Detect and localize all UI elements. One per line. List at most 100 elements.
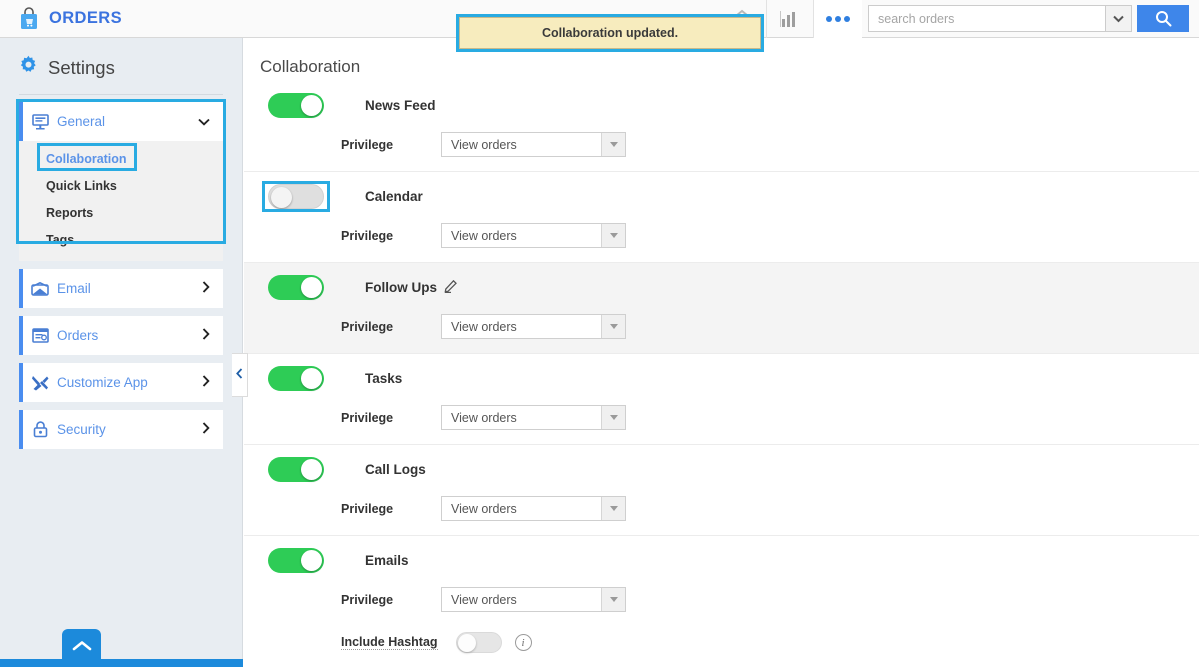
feature-header: Follow Ups (244, 275, 1199, 300)
feature-name: News Feed (365, 98, 436, 113)
privilege-label: Privilege (341, 501, 394, 516)
gear-icon (18, 55, 39, 81)
sidebar-subnav-general: Collaboration Quick Links Reports Tags (19, 141, 223, 261)
sidebar-item-email[interactable]: Email (19, 269, 223, 308)
chevron-down-icon[interactable] (601, 133, 625, 156)
feature-toggle[interactable] (268, 366, 324, 391)
privilege-row: Privilege View orders (244, 587, 1199, 612)
envelope-icon (23, 281, 57, 296)
more-dots-icon[interactable] (814, 0, 862, 38)
privilege-label: Privilege (341, 319, 394, 334)
privilege-value: View orders (451, 501, 517, 516)
divider (19, 94, 223, 95)
brand[interactable]: ORDERS (0, 6, 122, 31)
toggle-knob (271, 187, 292, 208)
feature-header: News Feed (244, 93, 1199, 118)
sidebar-item-customize-app[interactable]: Customize App (19, 363, 223, 402)
sidebar-item-collaboration[interactable]: Collaboration (19, 145, 223, 172)
privilege-value: View orders (451, 228, 517, 243)
chevron-right-icon (202, 422, 223, 437)
notification-toast: Collaboration updated. (459, 17, 761, 49)
sidebar-subitem-label: Tags (46, 232, 75, 247)
privilege-value: View orders (451, 319, 517, 334)
toggle-knob (301, 368, 322, 389)
feature-header: Emails (244, 548, 1199, 573)
feature-toggle[interactable] (268, 548, 324, 573)
privilege-row: Privilege View orders (244, 223, 1199, 248)
sidebar-nav: General Collaboration Quick Links Report… (0, 94, 242, 449)
sidebar-group-security: Security (19, 410, 223, 449)
feature-row: Follow Ups Privilege View orders (244, 262, 1199, 353)
search-icon (1155, 11, 1171, 27)
settings-header: Settings (0, 38, 242, 94)
sidebar-item-tags[interactable]: Tags (19, 226, 223, 253)
privilege-select[interactable]: View orders (441, 223, 626, 248)
privilege-select[interactable]: View orders (441, 314, 626, 339)
page-title: Settings (48, 57, 115, 78)
sidebar-item-label: Security (57, 422, 106, 437)
brand-name: ORDERS (49, 9, 122, 27)
feature-toggle[interactable] (268, 457, 324, 482)
privilege-select[interactable]: View orders (441, 132, 626, 157)
sidebar-group-email: Email (19, 269, 223, 308)
privilege-value: View orders (451, 592, 517, 607)
dot (826, 15, 832, 22)
wrench-icon (23, 374, 57, 391)
privilege-select[interactable]: View orders (441, 587, 626, 612)
sidebar-item-orders[interactable]: Orders (19, 316, 223, 355)
privilege-label: Privilege (341, 592, 394, 607)
sidebar-item-reports[interactable]: Reports (19, 199, 223, 226)
feature-row: Call Logs Privilege View orders (244, 444, 1199, 535)
sidebar-group-general: General Collaboration Quick Links Report… (16, 99, 226, 261)
feature-name: Follow Ups (365, 279, 457, 296)
chevron-left-icon (236, 368, 243, 382)
sidebar-item-general[interactable]: General (19, 102, 223, 141)
sidebar-item-label: Orders (57, 328, 99, 343)
toggle-knob (301, 95, 322, 116)
search-box[interactable] (868, 5, 1132, 32)
search-area (868, 5, 1189, 32)
chevron-down-icon[interactable] (601, 497, 625, 520)
sidebar-group-orders: Orders (19, 316, 223, 355)
feature-name-text: News Feed (365, 98, 436, 113)
chevron-right-icon (202, 328, 223, 343)
feature-row: Tasks Privilege View orders (244, 353, 1199, 444)
toggle-knob (301, 277, 322, 298)
privilege-select[interactable]: View orders (441, 496, 626, 521)
toggle-knob (301, 459, 322, 480)
main-content: Collaboration News Feed Privilege View ord… (244, 38, 1199, 667)
search-input[interactable] (869, 6, 1105, 31)
feature-toggle[interactable] (268, 184, 324, 209)
monitor-icon (23, 113, 57, 130)
feature-name-text: Emails (365, 553, 409, 568)
sidebar-item-label: Customize App (57, 375, 148, 390)
feature-list: News Feed Privilege View orders Calendar Pri… (244, 89, 1199, 667)
search-button[interactable] (1137, 5, 1189, 32)
include-hashtag-toggle[interactable] (455, 632, 502, 653)
sidebar-subitem-label: Collaboration (46, 151, 127, 166)
chevron-down-icon[interactable] (601, 588, 625, 611)
privilege-select[interactable]: View orders (441, 405, 626, 430)
sidebar: Settings General Collaboration Quick Lin… (0, 38, 243, 667)
chevron-down-icon[interactable] (601, 315, 625, 338)
chevron-down-icon (198, 114, 223, 129)
scroll-to-top-button[interactable] (62, 629, 101, 667)
edit-pencil-icon[interactable] (444, 279, 457, 296)
include-hashtag-label: Include Hashtag (341, 635, 438, 650)
chevron-down-icon[interactable] (601, 406, 625, 429)
chevron-down-icon[interactable] (601, 224, 625, 247)
feature-toggle[interactable] (268, 275, 324, 300)
privilege-row: Privilege View orders (244, 314, 1199, 339)
feature-name-text: Call Logs (365, 462, 426, 477)
sidebar-item-security[interactable]: Security (19, 410, 223, 449)
search-scope-dropdown[interactable] (1105, 6, 1131, 31)
dot (835, 15, 841, 22)
feature-toggle[interactable] (268, 93, 324, 118)
info-icon[interactable]: i (514, 634, 532, 651)
sidebar-item-quick-links[interactable]: Quick Links (19, 172, 223, 199)
feature-header: Calendar (244, 181, 1199, 212)
orders-icon (23, 328, 57, 343)
bar-chart-icon[interactable] (766, 0, 814, 38)
feature-name-text: Follow Ups (365, 280, 437, 295)
sidebar-collapse-handle[interactable] (232, 353, 248, 397)
